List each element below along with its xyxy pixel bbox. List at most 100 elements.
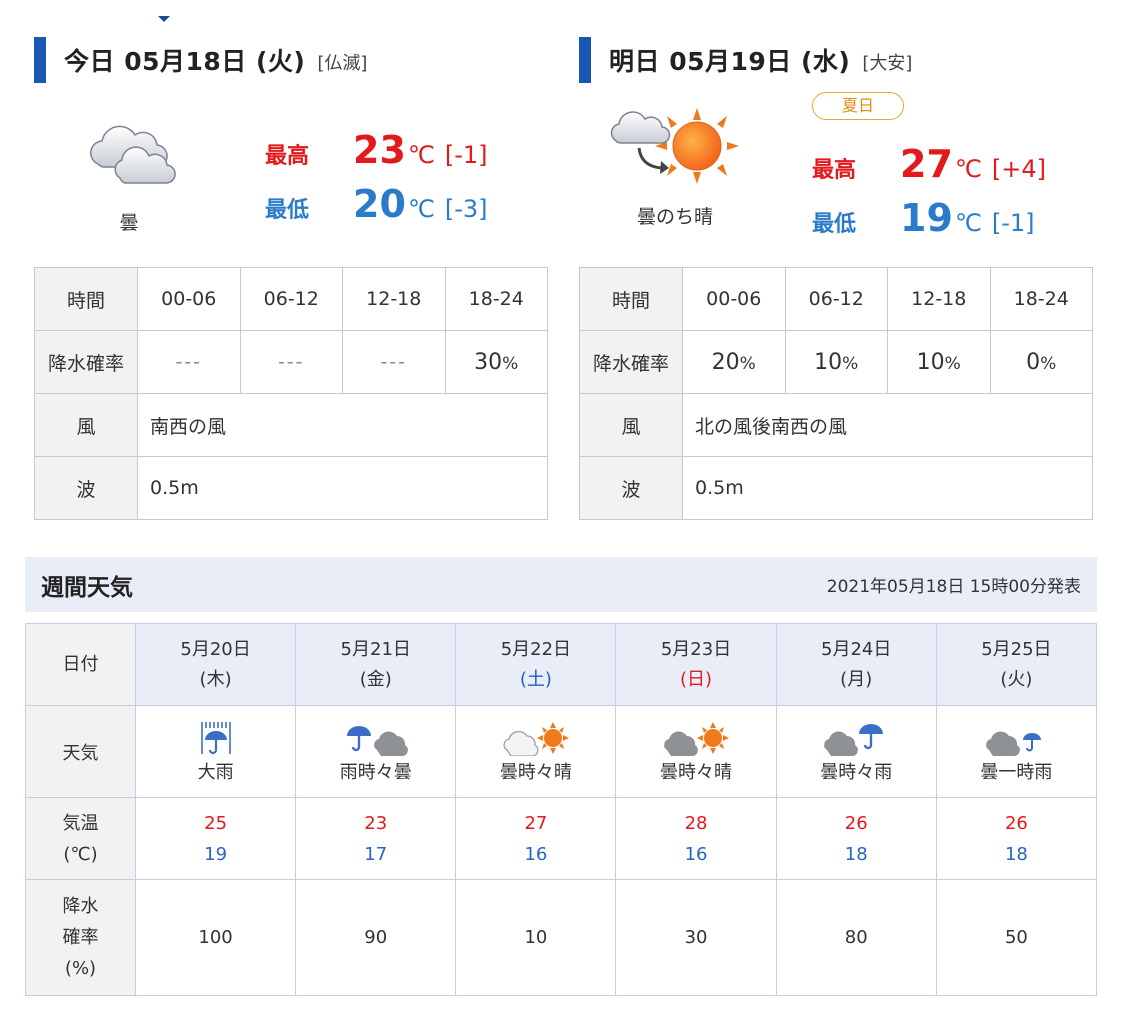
today-weather-label: 曇 [119,212,139,234]
high-temp: 23 [364,812,388,834]
pop-header: 降水確率 [579,330,683,394]
day-of-week: (日) [680,668,713,690]
pop-row: 降水確率 --- --- --- 30% [34,330,548,394]
today-forecast: 今日 05月18日 (火) [仏滅] 曇 最高 23 ℃ [-1] 最低 20 … [34,30,548,520]
weekly-issued-time: 2021年05月18日 15時00分発表 [826,577,1081,597]
high-temp: 25 [204,812,228,834]
day-date-cell: 5月25日 (火) [935,623,1098,706]
rain-sometimes-cloudy-icon [346,725,408,756]
day-date: 5月25日 [981,638,1052,660]
wave-row: 波 0.5m [34,456,548,520]
weather-label: 曇時々晴 [499,761,572,783]
today-header: 今日 05月18日 (火) [仏滅] [34,30,548,90]
pop-cell: 10% [887,330,991,394]
day-date: 5月23日 [660,638,732,660]
weather-cell: 曇一時雨 [935,705,1098,798]
tomorrow-header: 明日 05月19日 (水) [大安] [579,30,1093,90]
day-of-week: (月) [840,668,873,690]
high-value: 27 [900,142,953,186]
low-label: 最低 [812,212,857,237]
temperature-row: 気温 (℃) 25 19 23 17 27 16 28 16 26 18 26 18 [25,797,1098,880]
high-value: 23 [353,128,406,172]
temp-cell: 26 18 [935,797,1098,880]
cloudy-then-sunny-icon [610,108,739,184]
day-date: 5月21日 [340,638,411,660]
temperature-row-header: 気温 (℃) [25,797,136,880]
pop-value: 100 [134,879,297,996]
wave-header: 波 [34,456,138,520]
pop-cell: 30% [444,330,548,394]
precipitation-row: 降水 確率 (%) 100 90 10 30 80 50 [25,879,1098,996]
wind-value: 南西の風 [137,393,548,457]
tomorrow-rokuyo: [大安] [862,53,913,74]
cloudy-briefly-rain-icon [986,731,1042,756]
time-slot: 06-12 [239,267,343,331]
wave-header: 波 [579,456,683,520]
time-slot: 06-12 [784,267,888,331]
high-temp: 28 [684,812,708,834]
pop-value: 20 [711,349,740,375]
low-temp: 17 [364,843,388,865]
weekly-header: 週間天気 2021年05月18日 15時00分発表 [25,557,1097,612]
day-of-week: (土) [519,668,552,690]
today-date: 今日 05月18日 (火) [64,47,306,76]
high-diff: [-1] [444,141,488,169]
high-temp: 27 [524,812,548,834]
pop-value: --- [380,351,408,373]
low-diff: [-3] [444,195,488,223]
low-temp: 18 [844,843,868,865]
pop-cell: 0% [989,330,1093,394]
high-temp: 26 [844,812,868,834]
time-slot: 18-24 [444,267,548,331]
cloudy-sometimes-rain-icon [824,723,884,756]
pop-header-line: 確率 [62,927,99,948]
weather-label: 曇時々晴 [660,761,733,783]
pop-value: 90 [295,879,457,996]
day-date-cell: 5月21日 (金) [295,623,457,706]
time-slot: 00-06 [682,267,786,331]
temp-cell: 25 19 [134,797,297,880]
today-low: 最低 20 ℃ [-3] [265,182,488,226]
day-of-week: (金) [359,668,392,690]
pct-unit: % [842,353,859,374]
weather-row: 天気 大雨 雨時々曇 曇時々晴 曇時々晴 曇時々雨 曇一時雨 [25,705,1098,798]
weekly-forecast-table: 日付 5月20日 (木) 5月21日 (金) 5月22日 (土) 5月23日 (日) 5… [25,623,1098,996]
accent-bar [579,37,591,83]
day-date-cell: 5月24日 (月) [775,623,937,706]
weather-cell: 曇時々晴 [455,705,617,798]
wind-header: 風 [579,393,683,457]
pop-cell: --- [239,330,343,394]
tomorrow-date: 明日 05月19日 (水) [609,47,851,76]
pct-unit: % [502,353,519,374]
high-label: 最高 [812,158,857,183]
time-slot: 12-18 [342,267,446,331]
pop-value: 10 [814,349,843,375]
temp-unit: ℃ [954,209,982,237]
wind-row: 風 南西の風 [34,393,548,457]
time-row: 時間 00-06 06-12 12-18 18-24 [579,267,1093,331]
tomorrow-forecast: 明日 05月19日 (水) [大安] 曇のち晴 夏日 最高 27 ℃ [+4] … [579,30,1093,520]
tomorrow-detail-table: 時間 00-06 06-12 12-18 18-24 降水確率 20% 10% … [579,267,1093,520]
day-date-cell: 5月20日 (木) [134,623,297,706]
pop-value: --- [277,351,305,373]
high-label: 最高 [265,144,310,169]
summer-day-badge: 夏日 [812,92,904,120]
pop-value: 0 [1026,349,1041,375]
pop-value: 50 [935,879,1098,996]
today-high: 最高 23 ℃ [-1] [265,128,488,172]
temp-unit: ℃ [407,141,435,169]
pct-unit: % [944,353,961,374]
low-value: 19 [900,196,953,240]
weather-cell: 大雨 [134,705,297,798]
pop-value: --- [175,351,203,373]
low-temp: 16 [524,843,548,865]
weather-cell: 曇時々雨 [775,705,937,798]
pop-header: 降水確率 [34,330,138,394]
temp-unit: ℃ [954,155,982,183]
cloudy-sometimes-sunny-icon [664,721,730,756]
precipitation-row-header: 降水 確率 (%) [25,879,136,996]
high-diff: [+4] [991,155,1046,183]
low-value: 20 [353,182,406,226]
heavy-rain-icon [200,721,231,754]
day-of-week: (火) [1000,668,1033,690]
